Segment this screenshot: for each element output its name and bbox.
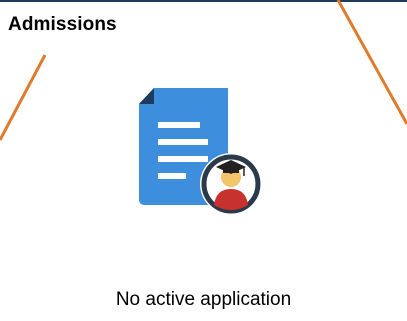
admissions-tile[interactable]: Admissions No active application [0,0,407,321]
tile-title: Admissions [8,14,117,35]
application-status-text: No active application [115,289,292,310]
application-document-graduate-icon [139,88,262,215]
